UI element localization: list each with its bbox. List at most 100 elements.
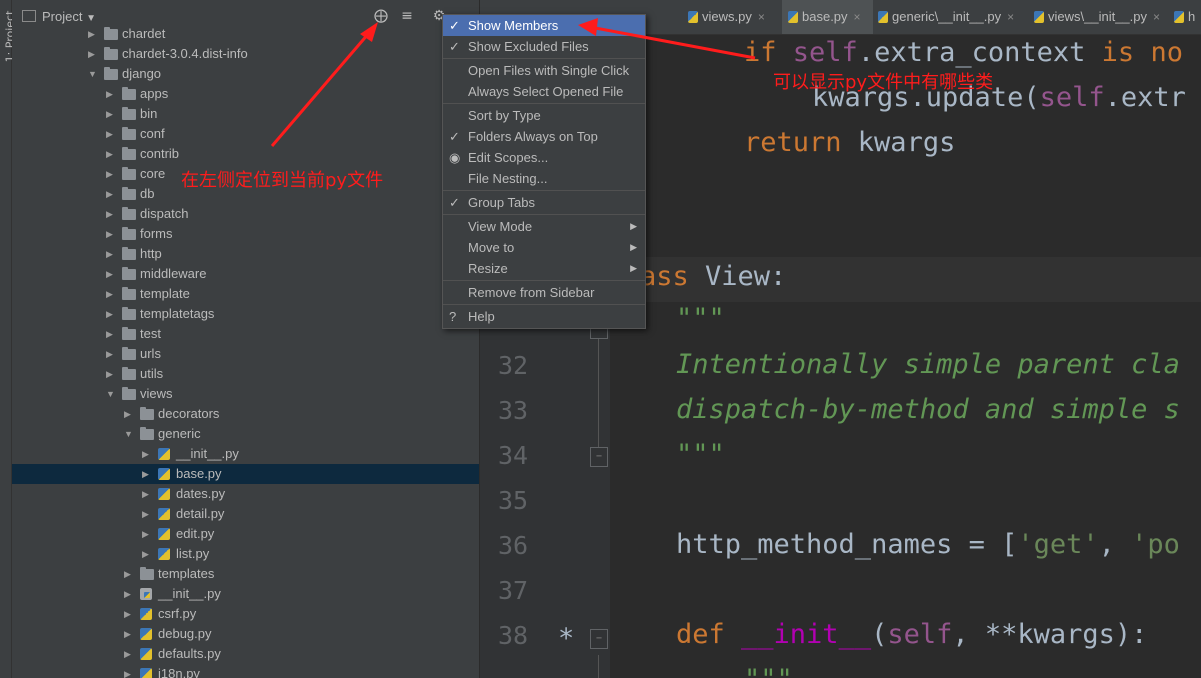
tree-item[interactable]: ▶ dates.py <box>12 484 479 504</box>
tree-item[interactable]: ▶ chardet <box>12 24 479 44</box>
collapsed-arrow-icon[interactable]: ▶ <box>142 524 152 544</box>
collapsed-arrow-icon[interactable]: ▶ <box>106 84 116 104</box>
editor-tab[interactable]: views\__init__.py × <box>1028 0 1169 34</box>
collapsed-arrow-icon[interactable]: ▶ <box>124 404 134 424</box>
menu-item-resize[interactable]: Resize ▶ <box>443 258 645 279</box>
collapsed-arrow-icon[interactable]: ▶ <box>106 364 116 384</box>
code-line[interactable]: ass View: <box>640 261 786 292</box>
code-line[interactable]: Intentionally simple parent cla <box>676 349 1180 380</box>
close-tab-icon[interactable]: × <box>1007 10 1014 24</box>
tree-item[interactable]: ▶ debug.py <box>12 624 479 644</box>
tree-item[interactable]: ▶ conf <box>12 124 479 144</box>
menu-item-folders-always-on-top[interactable]: ✓ Folders Always on Top <box>443 126 645 147</box>
tree-item[interactable]: ▶ templates <box>12 564 479 584</box>
menu-item-sort-by-type[interactable]: Sort by Type <box>443 105 645 126</box>
menu-item-file-nesting[interactable]: File Nesting... <box>443 168 645 189</box>
menu-item-view-mode[interactable]: View Mode ▶ <box>443 216 645 237</box>
tree-item[interactable]: ▶ csrf.py <box>12 604 479 624</box>
tree-item[interactable]: ▶ test <box>12 324 479 344</box>
collapsed-arrow-icon[interactable]: ▶ <box>142 504 152 524</box>
editor-tab[interactable]: h <box>1168 0 1201 34</box>
expanded-arrow-icon[interactable]: ▼ <box>124 424 134 444</box>
tree-item[interactable]: ▶ __init__.py <box>12 444 479 464</box>
project-view-selector[interactable]: Project ▼ <box>22 9 96 24</box>
menu-item-move-to[interactable]: Move to ▶ <box>443 237 645 258</box>
collapsed-arrow-icon[interactable]: ▶ <box>124 604 134 624</box>
tree-item[interactable]: ▶ middleware <box>12 264 479 284</box>
editor-tab[interactable]: base.py × <box>782 0 873 34</box>
fold-marker-icon[interactable]: − <box>590 447 608 467</box>
code-line[interactable]: """ <box>676 439 725 470</box>
tree-item[interactable]: ▶ detail.py <box>12 504 479 524</box>
tree-item[interactable]: ▶ dispatch <box>12 204 479 224</box>
collapsed-arrow-icon[interactable]: ▶ <box>106 324 116 344</box>
tree-item[interactable]: ▶ decorators <box>12 404 479 424</box>
editor-tab[interactable]: views.py × <box>682 0 783 34</box>
tree-item[interactable]: ▶ http <box>12 244 479 264</box>
collapse-all-icon[interactable]: ≡ <box>398 7 416 25</box>
code-line[interactable]: """ <box>744 664 793 678</box>
collapsed-arrow-icon[interactable]: ▶ <box>106 164 116 184</box>
tree-item[interactable]: ▶ urls <box>12 344 479 364</box>
code-line[interactable]: """ <box>676 303 725 334</box>
collapsed-arrow-icon[interactable]: ▶ <box>88 24 98 44</box>
tree-item[interactable]: ▶ base.py <box>12 464 479 484</box>
collapsed-arrow-icon[interactable]: ▶ <box>106 264 116 284</box>
tree-item[interactable]: ▶ templatetags <box>12 304 479 324</box>
collapsed-arrow-icon[interactable]: ▶ <box>142 484 152 504</box>
code-line[interactable]: return kwargs <box>744 127 955 158</box>
tree-item[interactable]: ▶ utils <box>12 364 479 384</box>
code-line[interactable]: def __init__(self, **kwargs): <box>676 619 1147 650</box>
menu-item-group-tabs[interactable]: ✓ Group Tabs <box>443 192 645 213</box>
collapsed-arrow-icon[interactable]: ▶ <box>106 184 116 204</box>
collapsed-arrow-icon[interactable]: ▶ <box>106 344 116 364</box>
tree-item[interactable]: ▼ generic <box>12 424 479 444</box>
collapsed-arrow-icon[interactable]: ▶ <box>124 564 134 584</box>
editor-tab[interactable]: generic\__init__.py × <box>872 0 1028 34</box>
menu-item-remove-from-sidebar[interactable]: Remove from Sidebar <box>443 282 645 303</box>
tree-item[interactable]: ▶ list.py <box>12 544 479 564</box>
tree-item[interactable]: ▶ template <box>12 284 479 304</box>
menu-item-always-select-opened-file[interactable]: Always Select Opened File <box>443 81 645 102</box>
tree-item[interactable]: ▶ edit.py <box>12 524 479 544</box>
menu-item-show-excluded-files[interactable]: ✓ Show Excluded Files <box>443 36 645 57</box>
close-tab-icon[interactable]: × <box>758 10 765 24</box>
collapsed-arrow-icon[interactable]: ▶ <box>106 304 116 324</box>
tree-item[interactable]: ▼ views <box>12 384 479 404</box>
fold-marker-icon[interactable]: − <box>590 629 608 649</box>
menu-item-open-files-with-single-click[interactable]: Open Files with Single Click <box>443 60 645 81</box>
code-line[interactable]: http_method_names = ['get', 'po <box>676 529 1180 560</box>
code-line[interactable]: if self.extra_context is no <box>744 37 1183 68</box>
collapsed-arrow-icon[interactable]: ▶ <box>124 644 134 664</box>
tree-item[interactable]: ▶ __init__.py <box>12 584 479 604</box>
collapsed-arrow-icon[interactable]: ▶ <box>106 104 116 124</box>
menu-item-edit-scopes[interactable]: ◉ Edit Scopes... <box>443 147 645 168</box>
expanded-arrow-icon[interactable]: ▼ <box>88 64 98 84</box>
close-tab-icon[interactable]: × <box>854 10 861 24</box>
tree-item[interactable]: ▶ chardet-3.0.4.dist-info <box>12 44 479 64</box>
menu-item-help[interactable]: ? Help <box>443 306 645 327</box>
tree-item[interactable]: ▶ defaults.py <box>12 644 479 664</box>
close-tab-icon[interactable]: × <box>1153 10 1160 24</box>
collapsed-arrow-icon[interactable]: ▶ <box>142 464 152 484</box>
collapsed-arrow-icon[interactable]: ▶ <box>124 624 134 644</box>
tree-item[interactable]: ▶ i18n.py <box>12 664 479 678</box>
collapsed-arrow-icon[interactable]: ▶ <box>106 244 116 264</box>
collapsed-arrow-icon[interactable]: ▶ <box>142 544 152 564</box>
menu-item-show-members[interactable]: ✓ Show Members <box>443 15 645 36</box>
locate-file-icon[interactable]: ⨁ <box>372 7 390 25</box>
tree-item[interactable]: ▶ contrib <box>12 144 479 164</box>
collapsed-arrow-icon[interactable]: ▶ <box>106 204 116 224</box>
tree-item[interactable]: ▶ bin <box>12 104 479 124</box>
collapsed-arrow-icon[interactable]: ▶ <box>106 144 116 164</box>
collapsed-arrow-icon[interactable]: ▶ <box>88 44 98 64</box>
collapsed-arrow-icon[interactable]: ▶ <box>124 584 134 604</box>
collapsed-arrow-icon[interactable]: ▶ <box>142 444 152 464</box>
collapsed-arrow-icon[interactable]: ▶ <box>106 124 116 144</box>
collapsed-arrow-icon[interactable]: ▶ <box>124 664 134 678</box>
expanded-arrow-icon[interactable]: ▼ <box>106 384 116 404</box>
code-line[interactable]: dispatch-by-method and simple s <box>676 394 1180 425</box>
tree-item[interactable]: ▶ forms <box>12 224 479 244</box>
tree-item[interactable]: ▶ apps <box>12 84 479 104</box>
tree-item[interactable]: ▼ django <box>12 64 479 84</box>
